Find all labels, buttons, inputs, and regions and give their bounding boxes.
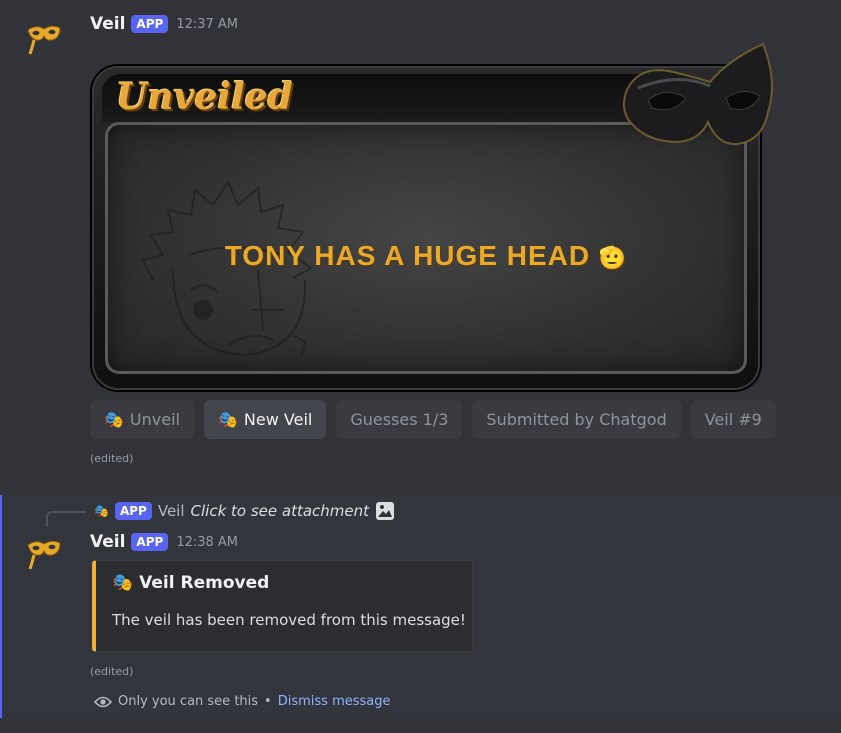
timestamp[interactable]: 12:38 AM: [176, 535, 238, 550]
new-veil-button[interactable]: 🎭 New Veil: [203, 400, 327, 439]
reveal-text: TONY HAS A HUGE HEAD 🫡: [224, 240, 628, 271]
saluting-face-emoji: 🫡: [598, 245, 628, 270]
mask-icon: [27, 540, 61, 570]
unveil-button[interactable]: 🎭 Unveil: [90, 400, 194, 439]
edited-label: (edited): [90, 665, 134, 678]
timestamp[interactable]: 12:37 AM: [176, 17, 238, 32]
mask-icon: [27, 25, 61, 55]
reply-reference[interactable]: 🎭 APP Veil Click to see attachment: [94, 501, 395, 521]
action-buttons: 🎭 Unveil 🎭 New Veil Guesses 1/3 Submitte…: [90, 400, 776, 439]
embed-description: The veil has been removed from this mess…: [112, 611, 466, 629]
app-badge: APP: [131, 533, 169, 551]
separator: •: [264, 694, 272, 709]
embed-veil-removed: 🎭 Veil Removed The veil has been removed…: [92, 560, 473, 652]
edited-label: (edited): [90, 452, 134, 465]
image-icon: [376, 502, 395, 520]
dismiss-message-link[interactable]: Dismiss message: [278, 694, 391, 709]
reply-spine: [46, 511, 86, 527]
card-title: Unveiled: [116, 76, 293, 118]
app-badge: APP: [114, 502, 152, 520]
veil-number-button[interactable]: Veil #9: [690, 400, 776, 439]
author-name[interactable]: Veil: [90, 532, 125, 552]
ephemeral-text: Only you can see this: [118, 694, 259, 709]
message-veil-1: Veil APP 12:37 AM TONY HAS A HUGE HEAD 🫡…: [0, 0, 841, 490]
mask-icon: 🎭: [104, 410, 124, 429]
avatar[interactable]: [24, 531, 64, 571]
submitted-by-button[interactable]: Submitted by Chatgod: [472, 400, 681, 439]
black-mask-icon: [623, 42, 773, 146]
reply-author[interactable]: Veil: [158, 502, 185, 520]
mask-icon: 🎭: [112, 573, 134, 593]
eye-icon: [94, 696, 112, 707]
author-name[interactable]: Veil: [90, 14, 125, 34]
guesses-button[interactable]: Guesses 1/3: [336, 400, 463, 439]
app-badge: APP: [131, 15, 169, 33]
card-screen: TONY HAS A HUGE HEAD 🫡: [105, 122, 747, 374]
ephemeral-notice: Only you can see this • Dismiss message: [94, 694, 391, 709]
reply-avatar-icon: 🎭: [94, 504, 109, 518]
reply-text[interactable]: Click to see attachment: [191, 502, 370, 520]
mask-icon: 🎭: [217, 410, 238, 429]
avatar[interactable]: [24, 16, 64, 56]
unveiled-card-image[interactable]: TONY HAS A HUGE HEAD 🫡 Unveiled: [90, 42, 780, 392]
embed-title: 🎭 Veil Removed: [112, 573, 270, 593]
message-veil-2: 🎭 APP Veil Click to see attachment Veil …: [0, 495, 841, 718]
